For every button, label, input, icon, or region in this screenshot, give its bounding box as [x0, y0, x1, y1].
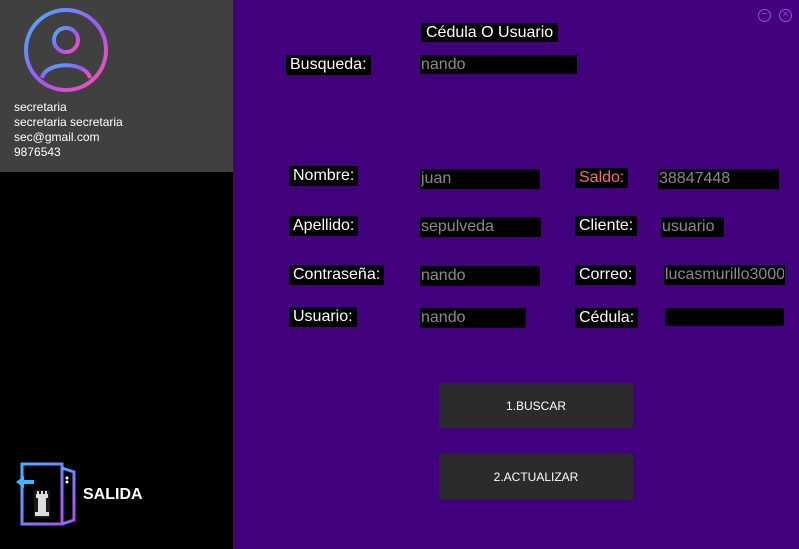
saldo-label: Saldo: [575, 168, 629, 188]
usuario-field[interactable] [420, 308, 526, 328]
cedula-label: Cédula: [575, 308, 639, 328]
contrasena-label: Contraseña: [289, 265, 385, 285]
saldo-field[interactable] [658, 169, 779, 189]
search-input[interactable] [420, 55, 577, 74]
buscar-button[interactable]: 1.BUSCAR [439, 383, 633, 428]
correo-label: Correo: [575, 265, 637, 285]
search-label: Busqueda: [286, 55, 371, 75]
cedula-field[interactable] [665, 308, 784, 326]
search-title: Cédula O Usuario [421, 23, 559, 42]
user-phone: 9876543 [14, 145, 61, 159]
contrasena-field[interactable] [420, 266, 540, 286]
nombre-label: Nombre: [289, 166, 359, 186]
close-icon[interactable]: × [779, 9, 792, 22]
exit-button[interactable]: SALIDA [14, 460, 194, 530]
main-panel: − × Cédula O Usuario Busqueda: Nombre: A… [233, 0, 799, 549]
user-role: secretaria [14, 100, 67, 114]
cliente-field[interactable] [661, 217, 724, 237]
user-email: sec@gmail.com [14, 130, 100, 144]
user-full-name: secretaria secretaria [14, 115, 123, 129]
nombre-field[interactable] [420, 169, 540, 189]
apellido-label: Apellido: [289, 216, 359, 236]
cliente-label: Cliente: [575, 216, 638, 236]
actualizar-button[interactable]: 2.ACTUALIZAR [439, 454, 633, 499]
profile-panel: secretaria secretaria secretaria sec@gma… [0, 0, 233, 172]
apellido-field[interactable] [420, 217, 541, 237]
minimize-icon[interactable]: − [758, 9, 771, 22]
exit-label: SALIDA [83, 486, 143, 503]
exit-door-icon [16, 462, 76, 526]
correo-field[interactable] [664, 265, 785, 285]
sidebar: secretaria secretaria secretaria sec@gma… [0, 0, 233, 549]
user-avatar-icon [24, 8, 108, 92]
usuario-label: Usuario: [289, 307, 357, 327]
